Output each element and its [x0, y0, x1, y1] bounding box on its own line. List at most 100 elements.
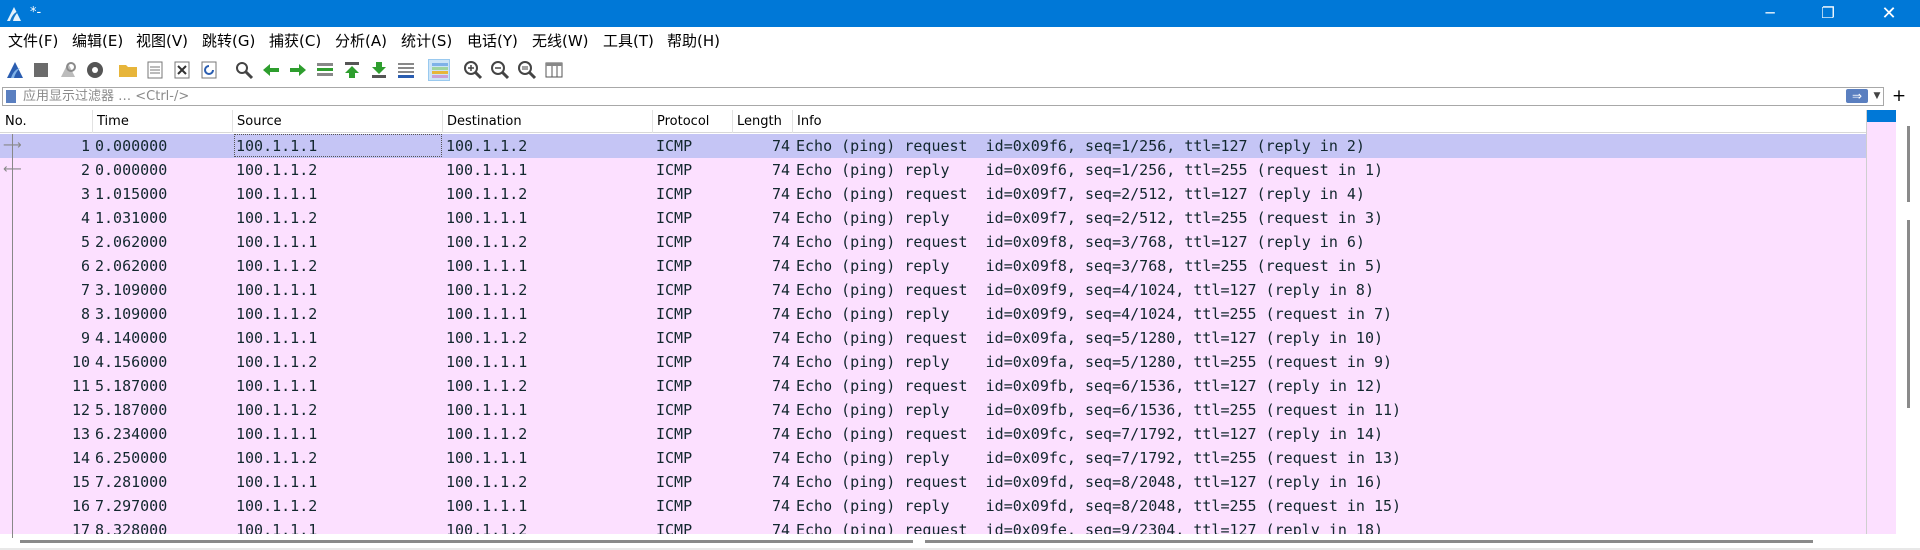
menu-file[interactable]: 文件(F) — [8, 32, 58, 50]
zoom-out-icon[interactable] — [489, 59, 511, 81]
column-divider[interactable] — [232, 110, 233, 133]
packet-length-cell: 74 — [771, 401, 790, 419]
packet-protocol-cell: ICMP — [656, 209, 693, 227]
menu-go[interactable]: 跳转(G) — [202, 32, 255, 50]
autoscroll-icon[interactable] — [395, 59, 417, 81]
packet-minimap[interactable] — [1866, 110, 1896, 534]
packet-no-cell: 7 — [80, 281, 90, 299]
menu-help[interactable]: 帮助(H) — [667, 32, 720, 50]
column-header-info[interactable]: Info — [797, 114, 822, 129]
column-header-destination[interactable]: Destination — [447, 114, 522, 129]
table-row[interactable]: 4 1.031000 100.1.1.2 100.1.1.1 ICMP 74 Echo (p… — [0, 206, 1866, 230]
table-row[interactable]: 14 6.250000 100.1.1.2 100.1.1.1 ICMP 74 Echo (… — [0, 446, 1866, 470]
table-row[interactable]: ⟶10.000000100.1.1.1100.1.1.2ICMP74Echo (… — [0, 134, 1866, 158]
menu-statistics[interactable]: 统计(S) — [401, 32, 452, 50]
column-header-source[interactable]: Source — [237, 114, 282, 129]
table-row[interactable]: ⟵20.000000100.1.1.2100.1.1.1ICMP74Echo (… — [0, 158, 1866, 182]
colorize-icon[interactable] — [428, 59, 450, 81]
zoom-normal-icon[interactable] — [516, 59, 538, 81]
column-divider[interactable] — [442, 110, 443, 133]
packet-time-cell: 4.156000 — [95, 353, 168, 371]
table-row[interactable]: 9 4.140000 100.1.1.1 100.1.1.2 ICMP 74 Echo (p… — [0, 326, 1866, 350]
apply-filter-arrow-icon[interactable]: ⇒ — [1846, 89, 1868, 103]
packet-no-cell: 13 — [71, 425, 90, 443]
go-to-packet-icon[interactable] — [314, 59, 336, 81]
packet-length-cell: 74 — [771, 377, 790, 395]
capture-options-icon[interactable] — [84, 59, 106, 81]
table-row[interactable]: 15 7.281000 100.1.1.1 100.1.1.2 ICMP 74 Echo (… — [0, 470, 1866, 494]
vertical-scroll-thumb[interactable] — [1907, 220, 1910, 408]
table-row[interactable]: 11 5.187000 100.1.1.1 100.1.1.2 ICMP 74 Echo (… — [0, 374, 1866, 398]
stop-icon[interactable] — [30, 59, 52, 81]
packet-no-cell: 12 — [71, 401, 90, 419]
last-packet-icon[interactable] — [368, 59, 390, 81]
column-divider[interactable] — [652, 110, 653, 133]
menu-view[interactable]: 视图(V) — [136, 32, 188, 50]
open-folder-icon[interactable] — [117, 59, 139, 81]
column-divider[interactable] — [792, 110, 793, 133]
display-filter-box: ⇒ ▼ — [2, 87, 1884, 106]
table-row[interactable]: 16 7.297000 100.1.1.2 100.1.1.1 ICMP 74 Echo (… — [0, 494, 1866, 518]
shark-fin-start-icon[interactable] — [4, 59, 26, 81]
column-divider[interactable] — [732, 110, 733, 133]
display-filter-bar: ⇒ ▼ + — [0, 86, 1920, 108]
column-header-no[interactable]: No. — [5, 114, 27, 129]
packet-destination-cell: 100.1.1.1 — [446, 401, 528, 419]
packet-destination-cell: 100.1.1.2 — [446, 185, 528, 203]
packet-source-cell: 100.1.1.2 — [236, 257, 318, 275]
go-forward-icon[interactable] — [287, 59, 309, 81]
window-title: *- — [30, 5, 42, 20]
packet-time-cell: 3.109000 — [95, 305, 168, 323]
minimize-icon[interactable]: ─ — [1747, 0, 1793, 27]
go-back-icon[interactable] — [260, 59, 282, 81]
packet-length-cell: 74 — [771, 449, 790, 467]
menu-edit[interactable]: 编辑(E) — [72, 32, 123, 50]
vertical-scroll-thumb[interactable] — [1907, 126, 1910, 202]
resize-columns-icon[interactable] — [543, 59, 565, 81]
table-row[interactable]: 8 3.109000 100.1.1.2 100.1.1.1 ICMP 74 Echo (p… — [0, 302, 1866, 326]
save-file-icon[interactable] — [144, 59, 166, 81]
menu-tools[interactable]: 工具(T) — [603, 32, 654, 50]
packet-list-header: No. Time Source Destination Protocol Len… — [0, 110, 1866, 133]
title-bar: *- ─ ❐ ✕ — [0, 0, 1920, 27]
restart-icon[interactable] — [57, 59, 79, 81]
close-file-icon[interactable] — [171, 59, 193, 81]
close-icon[interactable]: ✕ — [1866, 0, 1912, 27]
table-row[interactable]: 7 3.109000 100.1.1.1 100.1.1.2 ICMP 74 Echo (p… — [0, 278, 1866, 302]
zoom-in-icon[interactable] — [462, 59, 484, 81]
packet-length-cell: 74 — [771, 161, 790, 179]
packet-info-cell: Echo (ping) reply id=0x09f7, seq=2/512, … — [796, 209, 1383, 227]
reload-icon[interactable] — [198, 59, 220, 81]
first-packet-icon[interactable] — [341, 59, 363, 81]
menu-wireless[interactable]: 无线(W) — [532, 32, 589, 50]
find-packet-icon[interactable] — [233, 59, 255, 81]
vertical-scrollbar[interactable] — [1896, 110, 1920, 534]
table-row[interactable]: 6 2.062000 100.1.1.2 100.1.1.1 ICMP 74 Echo (p… — [0, 254, 1866, 278]
table-row[interactable]: 12 5.187000 100.1.1.2 100.1.1.1 ICMP 74 Echo (… — [0, 398, 1866, 422]
table-row[interactable]: 13 6.234000 100.1.1.1 100.1.1.2 ICMP 74 Echo (… — [0, 422, 1866, 446]
filter-history-chevron-down-icon[interactable]: ▼ — [1871, 89, 1883, 104]
packet-source-cell: 100.1.1.2 — [236, 209, 318, 227]
packet-info-cell: Echo (ping) request id=0x09f6, seq=1/256… — [796, 137, 1365, 155]
column-divider[interactable] — [92, 110, 93, 133]
bookmark-icon[interactable] — [6, 90, 16, 103]
column-header-protocol[interactable]: Protocol — [657, 114, 709, 129]
horizontal-scroll-thumb[interactable] — [925, 540, 1813, 543]
packet-protocol-cell: ICMP — [656, 281, 693, 299]
display-filter-input[interactable] — [23, 88, 1543, 105]
add-filter-button-plus-icon[interactable]: + — [1890, 86, 1908, 106]
table-row[interactable]: 5 2.062000 100.1.1.1 100.1.1.2 ICMP 74 Echo (p… — [0, 230, 1866, 254]
restore-icon[interactable]: ❐ — [1805, 0, 1851, 27]
table-row[interactable]: 3 1.015000 100.1.1.1 100.1.1.2 ICMP 74 Echo (p… — [0, 182, 1866, 206]
packet-time-cell: 1.031000 — [95, 209, 168, 227]
packet-destination-cell: 100.1.1.2 — [446, 137, 528, 155]
column-header-length[interactable]: Length — [737, 114, 782, 129]
table-row[interactable]: 10 4.156000 100.1.1.2 100.1.1.1 ICMP 74 Echo (… — [0, 350, 1866, 374]
column-header-time[interactable]: Time — [97, 114, 129, 129]
menu-telephony[interactable]: 电话(Y) — [467, 32, 518, 50]
horizontal-scroll-thumb[interactable] — [20, 540, 913, 543]
packet-info-cell: Echo (ping) reply id=0x09f6, seq=1/256, … — [796, 161, 1383, 179]
packet-length-cell: 74 — [771, 137, 790, 155]
menu-analyze[interactable]: 分析(A) — [335, 32, 387, 50]
menu-capture[interactable]: 捕获(C) — [269, 32, 321, 50]
